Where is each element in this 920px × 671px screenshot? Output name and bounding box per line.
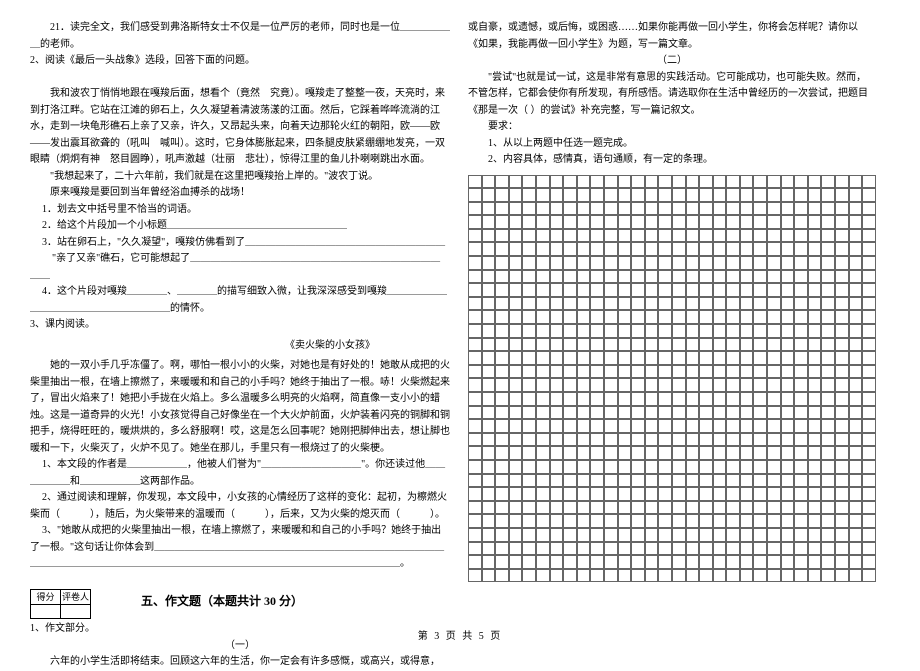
- prompt-two-heading: （二）: [468, 53, 876, 70]
- story-q1: 1、本文段的作者是＿＿＿＿＿＿，他被人们誉为"＿＿＿＿＿＿＿＿＿＿"。你还读过他…: [30, 457, 450, 490]
- story-title: 《卖火柴的小女孩》: [210, 338, 450, 355]
- left-column: 21．读完全文，我们感受到弗洛斯特女士不仅是一位严厉的老师，同时也是一位＿＿＿＿…: [30, 20, 450, 602]
- page-footer: 第 3 页 共 5 页: [0, 627, 920, 642]
- section-5-header: 得分 评卷人 五、作文题（本题共计 30 分）: [30, 583, 450, 622]
- sub-q3: 3．站在卵石上，"久久凝望"，嘎羧仿佛看到了＿＿＿＿＿＿＿＿＿＿＿＿＿＿＿＿＿＿…: [30, 235, 450, 252]
- blank-line: [30, 70, 450, 87]
- sub-q1: 1．划去文中括号里不恰当的词语。: [30, 202, 450, 219]
- passage-2: "我想起来了，二十六年前，我们就是在这里把嘎羧抬上岸的。"波农丁说。: [30, 169, 450, 186]
- requirements-heading: 要求：: [468, 119, 876, 136]
- passage-3: 原来嘎羧是要回到当年曾经浴血搏杀的战场！: [30, 185, 450, 202]
- story-q2: 2、通过阅读和理解，你发现，本文段中，小女孩的心情经历了这样的变化：起初，为檫燃…: [30, 490, 450, 523]
- section-5-title: 五、作文题（本题共计 30 分）: [141, 592, 303, 612]
- grader-cell[interactable]: [61, 605, 91, 619]
- requirement-2: 2、内容具体，感情真，语句通顺，有一定的条理。: [468, 152, 876, 169]
- story-q3: 3、"她敢从成把的火柴里抽出一根，在墙上擦燃了，来暖暖和和自己的小手吗？她终于抽…: [30, 523, 450, 573]
- composition-grid[interactable]: [468, 175, 876, 583]
- grader-label: 评卷人: [61, 589, 91, 605]
- sub-q4: 4．这个片段对嘎羧＿＿＿＿、＿＿＿＿的描写细致入微，让我深深感受到嘎羧＿＿＿＿＿…: [30, 284, 450, 317]
- story-paragraph: 她的一双小手几乎冻僵了。啊，哪怕一根小小的火柴，对她也是有好处的！她敢从成把的火…: [30, 358, 450, 457]
- prompt-two-text: "尝试"也就是试一试，这是非常有意思的实践活动。它可能成功，也可能失败。然而，不…: [468, 70, 876, 120]
- prompt-one-text: 六年的小学生活即将结束。回顾这六年的生活，你一定会有许多感慨，或高兴，或得意，: [30, 654, 450, 671]
- exam-page: 21．读完全文，我们感受到弗洛斯特女士不仅是一位严厉的老师，同时也是一位＿＿＿＿…: [0, 0, 920, 612]
- sub-q2: 2．给这个片段加一个小标题＿＿＿＿＿＿＿＿＿＿＿＿＿＿＿＿＿＿: [30, 218, 450, 235]
- requirement-1: 1、从以上两题中任选一题完成。: [468, 136, 876, 153]
- question-21: 21．读完全文，我们感受到弗洛斯特女士不仅是一位严厉的老师，同时也是一位＿＿＿＿…: [30, 20, 450, 53]
- score-cell[interactable]: [31, 605, 61, 619]
- question-3-stem: 3、课内阅读。: [30, 317, 450, 334]
- right-column: 或自豪，或遗憾，或后悔，或困惑……如果你能再做一回小学生，你将会怎样呢？请你以《…: [468, 20, 876, 602]
- score-box: 得分 评卷人: [30, 589, 91, 620]
- score-label: 得分: [31, 589, 61, 605]
- question-2-stem: 2、阅读《最后一头战象》选段，回答下面的问题。: [30, 53, 450, 70]
- prompt-continuation: 或自豪，或遗憾，或后悔，或困惑……如果你能再做一回小学生，你将会怎样呢？请你以《…: [468, 20, 876, 53]
- sub-q3b: "亲了又亲"礁石，它可能想起了＿＿＿＿＿＿＿＿＿＿＿＿＿＿＿＿＿＿＿＿＿＿＿＿＿…: [30, 251, 450, 284]
- passage-1: 我和波农丁悄悄地跟在嘎羧后面，想看个（竟然 究竟）。嘎羧走了整整一夜，天亮时，来…: [30, 86, 450, 169]
